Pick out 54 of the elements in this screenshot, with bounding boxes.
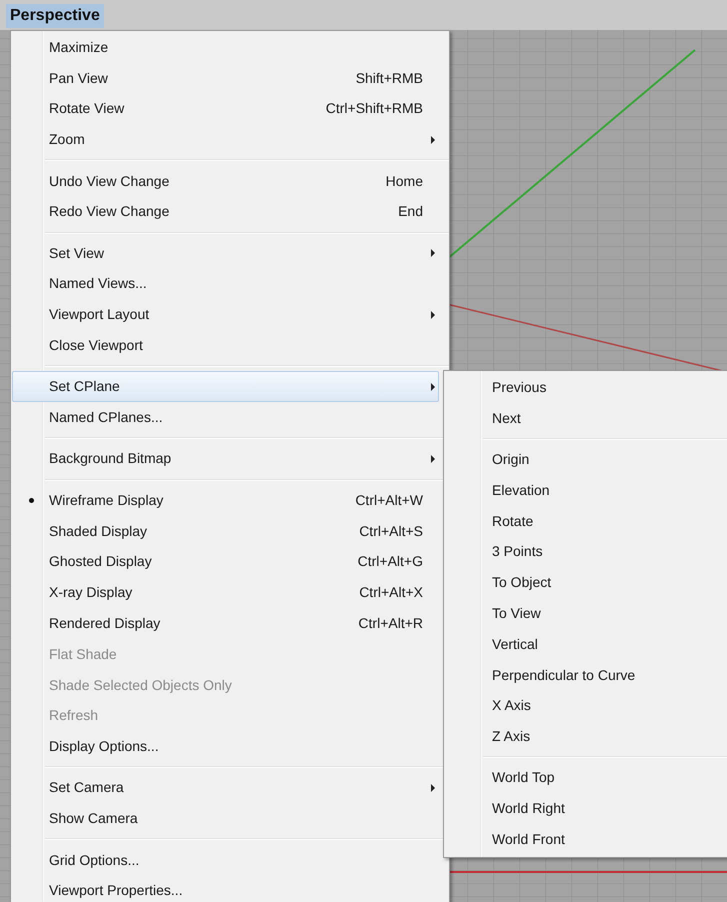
shortcut-text: Ctrl+Alt+G [358, 552, 423, 572]
submenu-arrow-icon [431, 310, 435, 319]
menu-item[interactable]: Grid Options... [13, 844, 447, 876]
submenu-item[interactable]: Origin [446, 444, 727, 475]
menu-item[interactable]: Set View [13, 238, 447, 269]
submenu-item[interactable]: Vertical [446, 628, 727, 660]
submenu-item[interactable]: Rotate [446, 506, 727, 536]
submenu-arrow-icon [431, 249, 435, 258]
submenu-item[interactable]: World Front [446, 824, 727, 855]
menu-item[interactable]: Named CPlanes... [13, 402, 447, 434]
menu-item[interactable]: Ghosted Display Ctrl+Alt+G [13, 546, 447, 578]
submenu-arrow-icon [431, 136, 435, 144]
menu-item[interactable]: Zoom [13, 124, 447, 156]
submenu-item[interactable]: World Top [446, 762, 727, 794]
shortcut-text: Shift+RMB [356, 68, 423, 88]
shortcut-text: Home [386, 172, 423, 191]
menu-item[interactable]: Viewport Properties... [13, 875, 447, 902]
viewport-title[interactable]: Perspective [6, 4, 104, 28]
shortcut-text: End [398, 202, 423, 222]
menu-item[interactable]: Redo View Change End [13, 196, 447, 228]
submenu-item[interactable]: X Axis [446, 690, 727, 722]
menu-item[interactable]: Set CPlane [12, 371, 439, 402]
menu-item[interactable]: Set Camera [13, 772, 447, 804]
menu-item[interactable]: Show Camera [13, 803, 447, 834]
menu-item[interactable]: Undo View Change Home [13, 166, 447, 196]
submenu-item[interactable]: World Right [446, 793, 727, 824]
submenu-item[interactable]: Elevation [446, 474, 727, 506]
submenu-item[interactable]: Previous [446, 372, 727, 403]
menu-item[interactable]: Maximize [13, 32, 447, 63]
menu-item[interactable]: Rendered Display Ctrl+Alt+R [13, 608, 447, 639]
menu-item[interactable]: Pan View Shift+RMB [13, 62, 447, 94]
shortcut-text: Ctrl+Alt+R [358, 614, 423, 633]
menu-item[interactable]: Shaded Display Ctrl+Alt+S [13, 516, 447, 546]
submenu-item[interactable]: To Object [446, 567, 727, 598]
menu-item[interactable]: Display Options... [13, 731, 447, 762]
submenu-item[interactable]: 3 Points [446, 536, 727, 568]
menu-item[interactable]: Named Views... [13, 268, 447, 300]
submenu-item[interactable]: To View [446, 598, 727, 629]
submenu-item[interactable]: Z Axis [446, 721, 727, 752]
menu-item[interactable]: Viewport Layout [13, 299, 447, 330]
submenu-arrow-icon [431, 784, 435, 792]
shortcut-text: Ctrl+Shift+RMB [326, 99, 423, 118]
submenu-item[interactable]: Next [446, 402, 727, 434]
menu-item[interactable]: Wireframe Display Ctrl+Alt+W [13, 484, 447, 516]
menu-item[interactable]: Close Viewport [13, 330, 447, 361]
submenu-item[interactable]: Perpendicular to Curve [446, 660, 727, 690]
submenu-arrow-icon [431, 382, 435, 391]
menu-item[interactable]: X-ray Display Ctrl+Alt+X [13, 577, 447, 608]
menu-item[interactable]: Rotate View Ctrl+Shift+RMB [13, 94, 447, 124]
shortcut-text: Ctrl+Alt+X [359, 583, 423, 602]
menu-item[interactable]: Background Bitmap [13, 444, 447, 474]
submenu-arrow-icon [431, 454, 435, 463]
shortcut-text: Ctrl+Alt+S [359, 522, 423, 541]
shortcut-text: Ctrl+Alt+W [355, 490, 423, 510]
